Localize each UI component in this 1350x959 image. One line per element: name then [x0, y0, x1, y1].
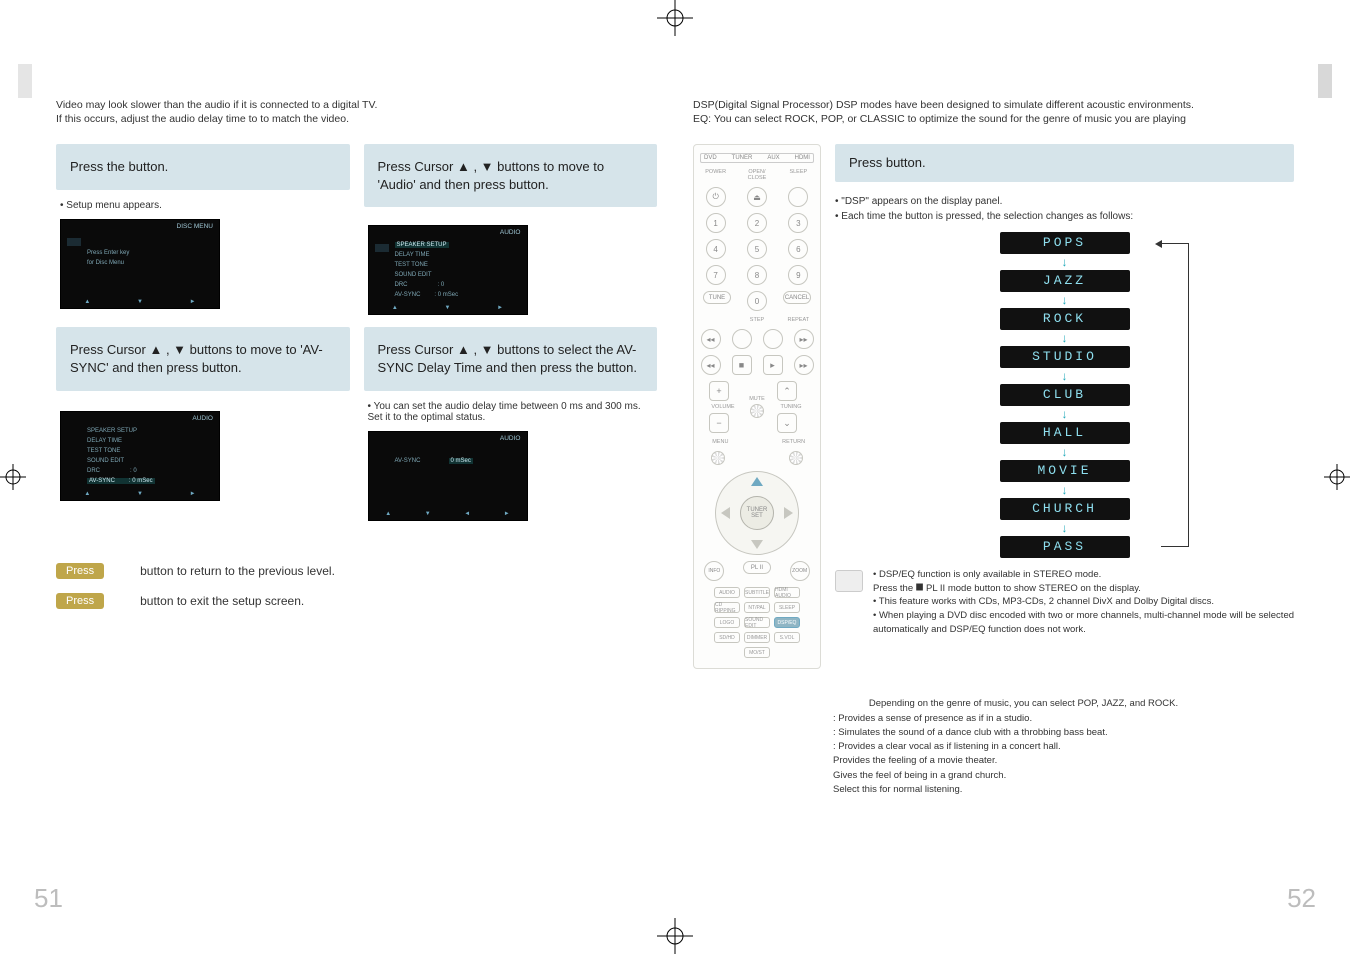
step1-note: • Setup menu appears.	[60, 200, 350, 211]
page-51: Video may look slower than the audio if …	[38, 62, 675, 894]
note-icon	[835, 570, 863, 592]
osd-step1: DISC MENU Press Enter key for Disc Menu …	[60, 219, 220, 309]
side-tab-right	[1318, 64, 1332, 98]
pagenum-right: 52	[1287, 883, 1316, 914]
dspeq-button: DSP/EQ	[774, 617, 800, 628]
play-icon: ▸	[763, 355, 783, 375]
step4-box: Press Cursor ▲ , ▼ buttons to select the…	[364, 327, 658, 390]
dpad-up-icon	[751, 477, 763, 486]
remote-bottom-buttons: AUDIO SUBTITLE HDMI AUDIO CD RIPPING NT/…	[700, 587, 814, 658]
prev-icon: ◂◂	[701, 329, 721, 349]
left-intro-line1: Video may look slower than the audio if …	[56, 98, 657, 112]
right-step1-b: button.	[886, 155, 926, 170]
right-columns: DVDTUNERAUXHDMI POWER OPEN/ CLOSE SLEEP …	[693, 144, 1294, 669]
crop-mark-top	[657, 0, 693, 36]
return-icon	[789, 451, 803, 465]
mode-hall: HALL	[1000, 422, 1130, 444]
info-icon: INFO	[704, 561, 724, 581]
dpad-left-icon	[721, 507, 730, 519]
dsp-mode-flow: POPS↓ JAZZ↓ ROCK↓ STUDIO↓ CLUB↓ HALL↓ MO…	[955, 232, 1175, 558]
dsp-bullets: • "DSP" appears on the display panel. • …	[835, 194, 1294, 224]
stop-icon: ■	[732, 355, 752, 375]
step1-box: Press the button.	[56, 144, 350, 190]
right-step1-a: Press	[849, 155, 886, 170]
mode-movie: MOVIE	[1000, 460, 1130, 482]
pagenum-left: 51	[34, 883, 63, 914]
osd-step3: AUDIO SPEAKER SETUP DELAY TIME TEST TONE…	[60, 411, 220, 501]
dpad-right-icon	[784, 507, 793, 519]
exit-text: button to exit the setup screen.	[140, 594, 304, 608]
step3-text-b: button.	[202, 360, 242, 375]
step4-text-b: button.	[597, 360, 637, 375]
mode-church: CHURCH	[1000, 498, 1130, 520]
step1-col: Press the button. • Setup menu appears. …	[56, 144, 350, 315]
mode-jazz: JAZZ	[1000, 270, 1130, 292]
dpad-down-icon	[751, 540, 763, 549]
mode-pass: PASS	[1000, 536, 1130, 558]
page-52: DSP(Digital Signal Processor) DSP modes …	[675, 62, 1312, 894]
footer-strip-2: Press button to exit the setup screen.	[56, 591, 657, 611]
crop-mark-bottom	[657, 918, 693, 954]
right-main: Press button. • "DSP" appears on the dis…	[835, 144, 1294, 669]
right-intro: DSP(Digital Signal Processor) DSP modes …	[693, 98, 1294, 126]
crop-mark-right	[1324, 464, 1350, 490]
menu-icon	[711, 451, 725, 465]
eject-icon: ⏏	[747, 187, 767, 207]
ff-icon: ▸▸	[794, 355, 814, 375]
footer-strip-1: Press button to return to the previous l…	[56, 561, 657, 581]
step1-text-b: button.	[129, 159, 169, 174]
flow-line	[1161, 243, 1189, 547]
mode-pops: POPS	[1000, 232, 1130, 254]
right-step1: Press button.	[835, 144, 1294, 182]
left-intro-line2: If this occurs, adjust the audio delay t…	[56, 112, 657, 126]
zoom-icon: ZOOM	[790, 561, 810, 581]
step3-box: Press Cursor ▲ , ▼ buttons to move to 'A…	[56, 327, 350, 390]
step4-note: • You can set the audio delay time betwe…	[368, 401, 658, 423]
step1-text-a: Press the	[70, 159, 129, 174]
tune-up-icon: ⌃	[777, 381, 797, 401]
flow-arrow-icon: ↓	[1062, 256, 1068, 268]
right-intro-line2: EQ: You can select ROCK, POP, or CLASSIC…	[693, 112, 1294, 126]
remote-control-diagram: DVDTUNERAUXHDMI POWER OPEN/ CLOSE SLEEP …	[693, 144, 821, 669]
return-text: button to return to the previous level.	[140, 564, 335, 578]
vol-up-icon: +	[709, 381, 729, 401]
step2-text-a: Press Cursor ▲ , ▼ buttons to move to 'A…	[378, 159, 605, 192]
left-intro: Video may look slower than the audio if …	[56, 98, 657, 126]
return-pill: Press	[56, 563, 104, 579]
step3-col: Press Cursor ▲ , ▼ buttons to move to 'A…	[56, 327, 350, 520]
side-tab-left	[18, 64, 32, 98]
osd-step2: AUDIO SPEAKER SETUP DELAY TIME TEST TONE…	[368, 225, 528, 315]
exit-pill: Press	[56, 593, 104, 609]
vol-down-icon: −	[709, 413, 729, 433]
crop-mark-left	[0, 464, 26, 490]
step2-col: Press Cursor ▲ , ▼ buttons to move to 'A…	[364, 144, 658, 315]
mode-definitions: Depending on the genre of music, you can…	[693, 697, 1294, 797]
power-icon: ⏻	[706, 187, 726, 207]
step-grid: Press the button. • Setup menu appears. …	[56, 144, 657, 520]
note-block: DSP/EQ function is only available in STE…	[835, 568, 1294, 637]
next-icon: ▸▸	[794, 329, 814, 349]
step2-box: Press Cursor ▲ , ▼ buttons to move to 'A…	[364, 144, 658, 207]
dpad: TUNER SET	[715, 471, 799, 555]
right-intro-line1: DSP(Digital Signal Processor) DSP modes …	[693, 98, 1294, 112]
mode-rock: ROCK	[1000, 308, 1130, 330]
tune-down-icon: ⌄	[777, 413, 797, 433]
step4-col: Press Cursor ▲ , ▼ buttons to select the…	[364, 327, 658, 520]
step3-text-a: Press Cursor ▲ , ▼ buttons to move to 'A…	[70, 342, 323, 375]
remote-source-row: DVDTUNERAUXHDMI	[700, 153, 814, 163]
osd-step4: AUDIO AV-SYNC 0 mSec ▲▼◄►	[368, 431, 528, 521]
mute-icon	[750, 404, 764, 418]
step2-text-b: button.	[509, 177, 549, 192]
rew-icon: ◂◂	[701, 355, 721, 375]
mode-studio: STUDIO	[1000, 346, 1130, 368]
mode-club: CLUB	[1000, 384, 1130, 406]
